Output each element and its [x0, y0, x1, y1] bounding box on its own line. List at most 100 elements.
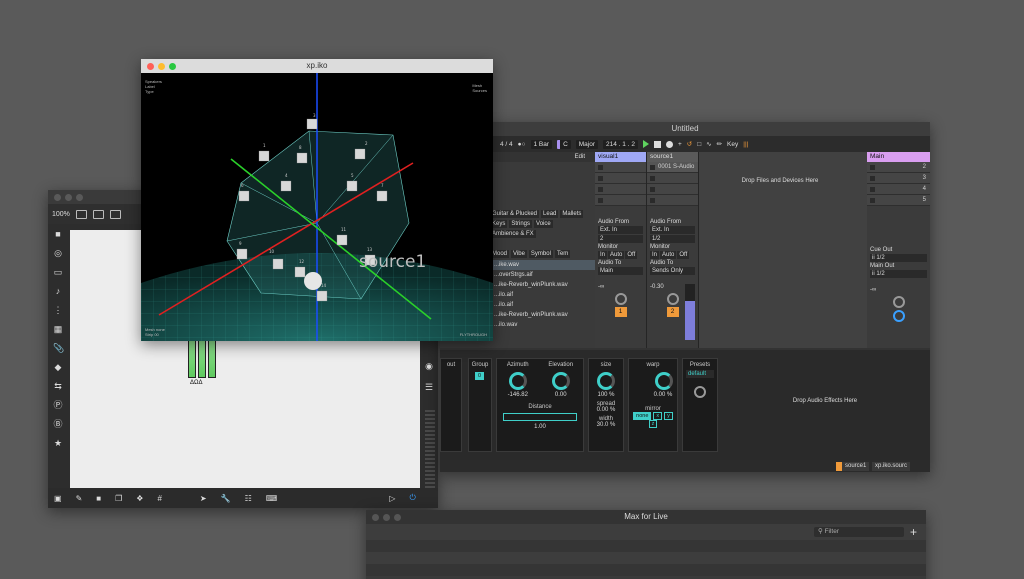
power-icon[interactable]: ⏻: [409, 493, 415, 503]
mirror-none[interactable]: none: [633, 412, 652, 420]
quantization-select[interactable]: 1 Bar: [530, 139, 553, 149]
tag-chip[interactable]: Symbol: [528, 250, 553, 258]
scene-launch[interactable]: 3: [867, 173, 930, 184]
track-name[interactable]: visual1: [595, 152, 646, 162]
draw-icon[interactable]: ✏: [717, 140, 722, 148]
patch-icon[interactable]: ■: [53, 230, 63, 239]
add-icon[interactable]: +: [678, 141, 682, 148]
distance-slider[interactable]: [503, 413, 577, 421]
clip-slot[interactable]: [595, 184, 646, 195]
monitor-off-button[interactable]: Off: [625, 251, 638, 259]
presentation-icon[interactable]: [75, 209, 87, 219]
tag-chip[interactable]: Voice: [534, 220, 553, 228]
camera-icon[interactable]: ◉: [424, 362, 434, 371]
tag-chip[interactable]: Vibe: [511, 250, 527, 258]
tag-chip[interactable]: Ambience & FX: [490, 230, 536, 238]
pan-knob[interactable]: [614, 293, 627, 305]
monitor-in-button[interactable]: In: [598, 251, 608, 259]
clip-slot[interactable]: [647, 173, 698, 184]
mirror-x[interactable]: x: [653, 412, 663, 420]
status-track[interactable]: source1: [836, 462, 870, 471]
loop-icon[interactable]: ⇆: [53, 382, 63, 391]
warp-knob[interactable]: [655, 372, 673, 390]
m4l-list-row[interactable]: [366, 540, 926, 552]
azimuth-knob[interactable]: [508, 372, 527, 390]
stop-icon[interactable]: [653, 140, 661, 148]
mixer-icon[interactable]: ☰: [424, 383, 434, 392]
add-preset-icon[interactable]: [694, 386, 706, 398]
audio-from-select[interactable]: Ext. In: [598, 226, 643, 234]
windows-icon[interactable]: ❐: [115, 494, 122, 503]
track-activator[interactable]: 2: [666, 307, 679, 317]
mirror-z[interactable]: z: [648, 420, 658, 428]
tag-chip[interactable]: Strings: [509, 220, 533, 228]
tag-chip[interactable]: Lead: [541, 210, 559, 218]
add-button[interactable]: +: [910, 524, 917, 540]
lock-icon[interactable]: ▣: [54, 494, 62, 503]
panel-icon[interactable]: ▭: [53, 268, 63, 277]
input-channel-select[interactable]: 1/2: [650, 235, 695, 243]
loop-icon[interactable]: ↺: [687, 140, 692, 148]
debug-icon[interactable]: ❖: [136, 494, 143, 503]
scene-launch[interactable]: 2: [867, 162, 930, 173]
m4l-list-row[interactable]: [366, 552, 926, 564]
play-icon[interactable]: [642, 140, 649, 148]
size-value[interactable]: 100 %: [589, 392, 623, 398]
minimize-button[interactable]: [383, 513, 390, 521]
tag-chip[interactable]: Guitar & Plucked: [490, 210, 540, 218]
main-track-name[interactable]: Main: [867, 152, 930, 162]
group-value[interactable]: 0: [475, 372, 485, 380]
note-icon[interactable]: ♪: [53, 287, 63, 296]
grid-icon[interactable]: #: [157, 494, 161, 503]
monitor-in-button[interactable]: In: [650, 251, 660, 259]
presets-select[interactable]: default: [686, 370, 714, 378]
cue-out-select[interactable]: ii 1/2: [870, 254, 927, 262]
scale-select[interactable]: Major: [575, 139, 599, 149]
edit-icon[interactable]: ✎: [76, 494, 83, 503]
volume-value[interactable]: -∞: [595, 283, 646, 291]
metronome-icon[interactable]: ●○: [518, 141, 526, 148]
cue-volume-knob[interactable]: [892, 310, 905, 322]
zoom-button[interactable]: [76, 193, 83, 201]
elevation-knob[interactable]: [551, 372, 570, 390]
present-icon[interactable]: ■: [96, 494, 101, 503]
wrench-icon[interactable]: 🔧: [221, 494, 231, 503]
azimuth-value[interactable]: -146.82: [507, 392, 529, 398]
clip-slot[interactable]: [647, 195, 698, 206]
scene-launch[interactable]: 5: [867, 195, 930, 206]
keyboard-icon[interactable]: ⌨: [266, 494, 278, 503]
close-button[interactable]: [54, 193, 61, 201]
clip-slot[interactable]: [595, 195, 646, 206]
b-icon[interactable]: Ⓑ: [53, 420, 63, 429]
comment-icon[interactable]: [109, 209, 121, 219]
tag-chip[interactable]: Tem: [554, 250, 571, 258]
track-name[interactable]: source1: [647, 152, 698, 162]
audio-from-select[interactable]: Ext. In: [650, 226, 695, 234]
minimize-button[interactable]: [158, 62, 165, 70]
key-select[interactable]: C: [557, 139, 571, 149]
main-pan-knob[interactable]: [892, 296, 905, 308]
main-out-select[interactable]: ii 1/2: [870, 270, 927, 278]
pan-knob[interactable]: [666, 293, 679, 305]
tempo-display[interactable]: 214 . 1 . 2: [603, 139, 638, 149]
automation-icon[interactable]: ∿: [706, 140, 711, 148]
track-activator[interactable]: 1: [614, 307, 627, 317]
star-icon[interactable]: ★: [53, 439, 63, 448]
rocket-icon[interactable]: ➤: [200, 494, 207, 503]
warp-value[interactable]: 0.00 %: [629, 392, 677, 398]
scene-launch[interactable]: 4: [867, 184, 930, 195]
plug-icon[interactable]: ◆: [53, 363, 63, 372]
layout-icon[interactable]: [92, 209, 104, 219]
audio-to-select[interactable]: Sends Only: [650, 267, 695, 275]
m4l-list-row[interactable]: [366, 564, 926, 576]
clip-name[interactable]: 0001 S-Audio: [647, 164, 694, 170]
size-knob[interactable]: [597, 372, 615, 390]
piano-icon[interactable]: ☷: [245, 494, 252, 503]
distance-value[interactable]: 1.00: [497, 424, 583, 430]
key-map-button[interactable]: Key: [727, 141, 738, 148]
3d-view[interactable]: 1 2 3 4 5 6 7 8 9 10 11 12 13 14 source1…: [141, 73, 493, 341]
close-button[interactable]: [372, 513, 379, 521]
monitor-auto-button[interactable]: Auto: [608, 251, 625, 259]
record-icon[interactable]: [665, 140, 673, 148]
p-icon[interactable]: Ⓟ: [53, 401, 63, 410]
